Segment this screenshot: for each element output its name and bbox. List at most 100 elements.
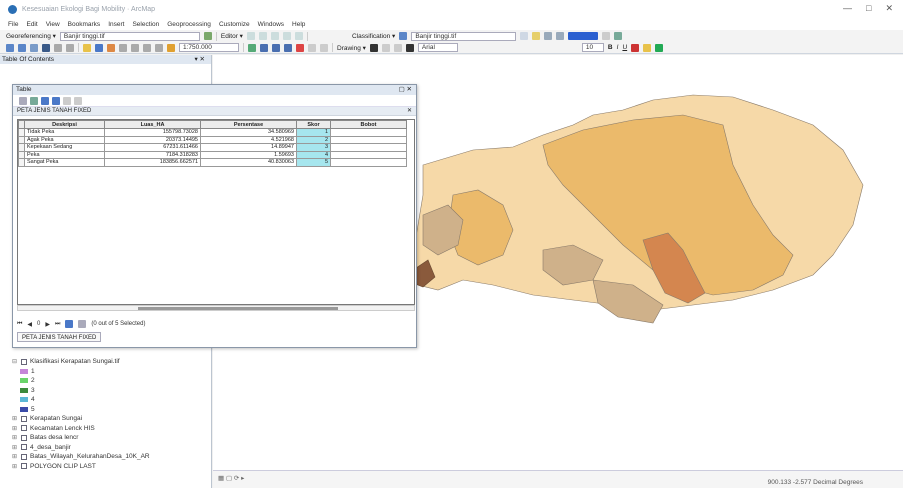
last-record-icon[interactable]: ⏭ [55, 321, 60, 328]
classification-layer-select[interactable]: Banjir tinggi.tif [411, 31, 517, 41]
table-tool-icon[interactable] [556, 32, 565, 40]
table-row[interactable]: Kepekaan Sedang 67231.611466 14.89947 3 [18, 143, 407, 152]
text-tool-icon[interactable] [405, 43, 414, 52]
cut-polygon-icon[interactable] [282, 32, 291, 40]
layer-name[interactable]: Klasifikasi Kerapatan Sungai.tif [30, 358, 120, 365]
rectangle-icon[interactable] [393, 43, 402, 52]
expand-icon[interactable]: ⊞ [12, 453, 18, 460]
layer-visibility-checkbox[interactable] [21, 358, 27, 365]
layer-name[interactable]: Kerapatan Sungai [30, 415, 82, 422]
table-row[interactable]: Tidak Peka 155798.73028 34.580969 1 [18, 128, 407, 137]
python-icon[interactable] [308, 43, 316, 52]
scrollbar-thumb[interactable] [138, 307, 338, 310]
cell-bobot[interactable] [330, 143, 407, 152]
save-icon[interactable] [95, 43, 103, 52]
menu-customize[interactable]: Customize [219, 21, 250, 28]
cell-persentase[interactable]: 1.59693 [200, 150, 297, 159]
toc-layer-row[interactable]: ⊟ Klasifikasi Kerapatan Sungai.tif [12, 357, 150, 367]
cell-skor[interactable]: 1 [296, 128, 331, 137]
cell-bobot[interactable] [330, 158, 407, 167]
layer-visibility-checkbox[interactable] [21, 453, 27, 460]
editor-menu[interactable]: Editor ▾ [221, 32, 243, 40]
layout-view-buttons[interactable]: ▦ ▢ ⟳ ▸ [218, 474, 244, 482]
table-footer-tab[interactable]: PETA JENIS TANAH FIXED [17, 332, 102, 342]
layer-visibility-checkbox[interactable] [21, 444, 27, 451]
expand-icon[interactable]: ⊞ [12, 444, 18, 451]
layer-name[interactable]: Batas desa lencr [30, 434, 78, 441]
copy-icon[interactable] [131, 43, 139, 52]
delete-icon[interactable] [143, 43, 151, 52]
georeferencing-menu[interactable]: Georeferencing ▾ [6, 32, 56, 40]
next-record-icon[interactable]: ▶ [45, 321, 50, 328]
yellow-tool-icon[interactable] [532, 32, 541, 40]
column-header-skor[interactable]: Skor [296, 120, 331, 129]
show-all-records-icon[interactable] [65, 320, 74, 328]
menu-bookmarks[interactable]: Bookmarks [68, 21, 101, 28]
cell-persentase[interactable]: 34.580969 [200, 128, 297, 137]
close-table-icon[interactable]: ✕ [407, 107, 412, 116]
cell-luas-ha[interactable]: 7184.318283 [104, 150, 201, 159]
close-icon[interactable]: ✕ [885, 3, 893, 14]
modelbuilder-icon[interactable] [320, 43, 328, 52]
cell-deskripsi[interactable]: Sangat Peka [24, 158, 105, 167]
table-options-icon[interactable] [19, 96, 27, 105]
table-row[interactable]: Sangat Peka 183856.662571 40.830063 5 [18, 158, 407, 167]
select-by-attributes-icon[interactable] [41, 96, 49, 105]
cut-icon[interactable] [119, 43, 127, 52]
undo-icon[interactable] [155, 43, 163, 52]
menu-view[interactable]: View [46, 21, 60, 28]
cell-deskripsi[interactable]: Kepekaan Sedang [24, 143, 105, 152]
toc-close-icon[interactable]: ▾ ✕ [194, 55, 205, 64]
cell-luas-ha[interactable]: 67231.611466 [104, 143, 201, 152]
cell-bobot[interactable] [330, 150, 407, 159]
cell-luas-ha[interactable]: 183856.662571 [104, 158, 201, 167]
zoom-out-icon[interactable] [18, 43, 26, 52]
cell-deskripsi[interactable]: Agak Peka [24, 135, 105, 144]
color-ramp-icon[interactable] [568, 32, 599, 40]
layer-visibility-checkbox[interactable] [21, 434, 27, 441]
attributes-icon[interactable] [294, 32, 303, 40]
column-header-persentase[interactable]: Persentase [200, 120, 297, 129]
clear-selection-icon[interactable] [63, 96, 71, 105]
drawing-menu[interactable]: Drawing ▾ [337, 44, 366, 52]
show-selected-records-icon[interactable] [78, 320, 87, 328]
pan-icon[interactable] [30, 43, 38, 52]
zoom-layer-icon[interactable] [602, 32, 611, 40]
rotate-icon[interactable] [381, 43, 390, 52]
editor-toolbar-icon[interactable] [248, 43, 256, 52]
cell-luas-ha[interactable]: 20373.14495 [104, 135, 201, 144]
fill-color-icon[interactable] [643, 43, 652, 52]
expand-icon[interactable]: ⊞ [12, 463, 18, 470]
record-index[interactable]: 0 [37, 321, 40, 327]
bold-button[interactable]: B [608, 44, 613, 51]
cell-deskripsi[interactable]: Peka [24, 150, 105, 159]
classification-menu[interactable]: Classification ▾ [352, 32, 395, 40]
table-row[interactable]: Agak Peka 20373.14495 4.521968 2 [18, 135, 407, 144]
delete-selected-icon[interactable] [74, 96, 82, 105]
georef-tool-icon[interactable] [203, 32, 212, 40]
horizontal-scrollbar[interactable] [17, 305, 415, 311]
menu-help[interactable]: Help [292, 21, 305, 28]
layout-tool-icon[interactable] [614, 32, 623, 40]
layer-name[interactable]: Batas_Wilayah_KelurahanDesa_10K_AR [30, 453, 150, 460]
cell-skor[interactable]: 2 [296, 135, 331, 144]
expand-icon[interactable]: ⊞ [12, 434, 18, 441]
grid-tool-icon[interactable] [544, 32, 553, 40]
font-size-select[interactable]: 10 [581, 43, 604, 52]
toc-layer-row[interactable]: ⊞ POLYGON CLIP LAST [12, 462, 150, 472]
sketch-tool-icon[interactable] [258, 32, 267, 40]
cell-skor[interactable]: 3 [296, 143, 331, 152]
column-header-luas-ha[interactable]: Luas_HA [104, 120, 201, 129]
toc-toggle-icon[interactable] [260, 43, 268, 52]
expand-icon[interactable]: ⊞ [12, 425, 18, 432]
layer-visibility-checkbox[interactable] [21, 415, 27, 422]
layer-name[interactable]: Kecamatan Lenck HIS [30, 425, 95, 432]
switch-selection-icon[interactable] [52, 96, 60, 105]
menu-selection[interactable]: Selection [132, 21, 159, 28]
open-icon[interactable] [83, 43, 91, 52]
toc-layer-row[interactable]: ⊞ Kecamatan Lenck HIS [12, 424, 150, 434]
menu-file[interactable]: File [8, 21, 18, 28]
menu-insert[interactable]: Insert [108, 21, 124, 28]
cell-persentase[interactable]: 40.830063 [200, 158, 297, 167]
previous-record-icon[interactable]: ◀ [27, 321, 32, 328]
